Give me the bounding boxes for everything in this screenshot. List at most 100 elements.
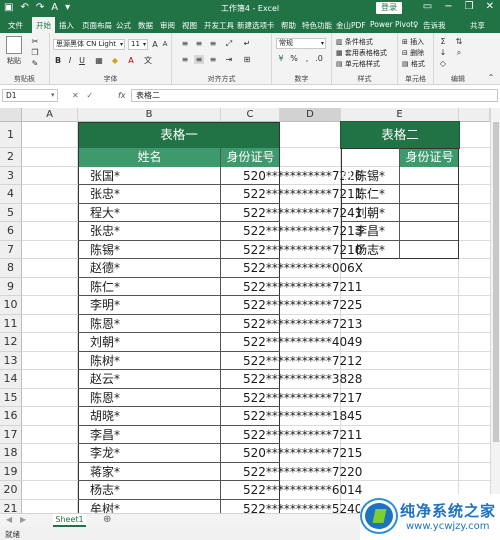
insert-cells-button[interactable]: ⊞ 插入 [402,37,424,47]
row-header-4[interactable]: 4 [0,185,22,204]
row-header-6[interactable]: 6 [0,222,22,241]
align-top-icon[interactable]: ≡ [180,39,190,48]
table1-id-cell[interactable]: 522***********4049 [243,333,362,352]
table1-id-cell[interactable]: 522***********7217 [243,389,362,408]
table1-name-cell[interactable]: 陈锡* [90,241,120,260]
autosum-icon[interactable]: Σ [438,37,448,46]
table1-name-cell[interactable]: 牟树* [90,500,120,514]
table1-id-cell[interactable]: 522***********7211 [243,278,362,297]
table1-name-cell[interactable]: 赵德* [90,259,120,278]
format-painter-icon[interactable]: ✎ [30,59,40,68]
table2-header-id[interactable]: 身份证号 [400,148,459,167]
share-button[interactable]: 共享 [470,20,485,31]
fill-color-icon[interactable]: ◆ [110,56,120,65]
row-header-5[interactable]: 5 [0,203,22,222]
vertical-scrollbar[interactable] [490,108,500,513]
table1-id-cell[interactable]: 522***********3828 [243,370,362,389]
decimal-icon[interactable]: .0 [314,54,324,63]
column-header-b[interactable]: B [78,108,221,122]
table1-name-cell[interactable]: 李龙* [90,444,120,463]
column-header-e[interactable]: E [341,108,459,122]
table2-title[interactable]: 表格二 [340,121,460,149]
table1-id-cell[interactable]: 522***********7211 [243,426,362,445]
table1-name-cell[interactable]: 赵云* [90,370,120,389]
table1-id-cell[interactable]: 522***********1845 [243,407,362,426]
table1-id-cell[interactable]: 522***********7210 [243,241,362,260]
name-box[interactable]: D1 [2,89,58,102]
fill-icon[interactable]: ↓ [438,48,448,57]
table1-name-cell[interactable]: 胡晓* [90,407,120,426]
login-button[interactable]: 登录 [376,2,402,14]
row-header-8[interactable]: 8 [0,259,22,278]
row-header-18[interactable]: 18 [0,444,22,463]
decrease-font-icon[interactable]: A [160,40,170,49]
bold-icon[interactable]: B [53,56,63,65]
font-color-icon[interactable]: A [126,56,136,65]
table1-title[interactable]: 表格一 [78,122,280,148]
worksheet-grid[interactable]: A B C D E 1 2 3 4 5 6 7 8 9 10 11 12 13 14 15 16 17 18 19 20 21 表格… [0,108,490,513]
percent-icon[interactable]: % [289,54,299,63]
table1-name-cell[interactable]: 杨志* [90,481,120,500]
conditional-format-button[interactable]: ▥ 条件格式 [336,37,373,47]
table1-id-cell[interactable]: 522***********5240 [243,500,362,514]
scrollbar-thumb[interactable] [493,122,499,442]
column-header-a[interactable]: A [22,108,78,122]
restore-icon[interactable]: ❐ [465,1,474,12]
table1-id-cell[interactable]: 522***********6014 [243,481,362,500]
row-header-3[interactable]: 3 [0,166,22,185]
table1-name-cell[interactable]: 陈仁* [90,278,120,297]
table1-header-name[interactable]: 姓名 [78,148,221,167]
table1-id-cell[interactable]: 522***********006X [243,259,363,278]
table2-name-cell[interactable]: 杨志* [355,241,385,260]
tab-kingsoft-pdf[interactable]: 金山PDF [336,20,366,31]
row-header-1[interactable]: 1 [0,122,22,148]
tell-me-search[interactable]: 告诉我 [423,20,446,31]
table1-name-cell[interactable]: 程大* [90,204,120,223]
table1-id-cell[interactable]: 522***********7220 [243,463,362,482]
table1-id-cell[interactable]: 522***********7213 [243,315,362,334]
column-header-c[interactable]: C [221,108,280,122]
number-format-combo[interactable]: 常规 ▾ [276,38,326,49]
format-cells-button[interactable]: ▤ 格式 [402,59,425,69]
minimize-icon[interactable]: − [444,1,452,12]
italic-icon[interactable]: I [65,56,75,65]
close-icon[interactable]: ✕ [486,1,494,12]
column-header-d[interactable]: D [280,108,341,122]
border-icon[interactable]: ▦ [94,56,104,65]
paste-button[interactable]: 粘贴 [4,36,24,66]
collapse-ribbon-icon[interactable]: ⌃ [486,73,496,82]
tab-page-layout[interactable]: 页面布局 [82,20,112,31]
row-header-16[interactable]: 16 [0,407,22,426]
tab-formulas[interactable]: 公式 [116,20,131,31]
tab-features[interactable]: 特色功能 [302,20,332,31]
align-middle-icon[interactable]: ≡ [194,39,204,48]
orientation-icon[interactable]: ⤢ [224,39,234,48]
increase-font-icon[interactable]: A [150,40,160,49]
tab-developer[interactable]: 开发工具 [204,20,234,31]
row-header-12[interactable]: 12 [0,333,22,352]
table2-name-cell[interactable]: 陈仁* [355,185,385,204]
table1-name-cell[interactable]: 陈恩* [90,315,120,334]
table2-name-cell[interactable]: 李昌* [355,222,385,241]
table1-id-cell[interactable]: 520***********7215 [243,444,362,463]
tab-file[interactable]: 文件 [8,20,23,31]
tab-new[interactable]: 新建选项卡 [237,20,275,31]
cancel-icon[interactable]: ✕ [72,91,79,100]
row-header-10[interactable]: 10 [0,296,22,315]
table1-id-cell[interactable]: 522***********7225 [243,296,362,315]
chevron-down-icon[interactable]: ▾ [51,89,55,102]
delete-cells-button[interactable]: ⊟ 删除 [402,48,424,58]
ribbon-display-icon[interactable]: ▭ [423,1,432,12]
align-bottom-icon[interactable]: ≡ [208,39,218,48]
table1-header-id[interactable]: 身份证号 [221,148,280,167]
row-header-17[interactable]: 17 [0,425,22,444]
wrap-text-icon[interactable]: ↵ [242,39,252,48]
row-header-21[interactable]: 21 [0,499,22,513]
sort-filter-icon[interactable]: ⇅ [454,37,464,46]
table1-id-cell[interactable]: 522***********7241 [243,204,362,223]
table2-name-cell[interactable]: 刘朝* [355,204,385,223]
insert-function-icon[interactable]: fx [118,89,126,102]
tab-data[interactable]: 数据 [138,20,153,31]
tab-help[interactable]: 帮助 [281,20,296,31]
tab-review[interactable]: 审阅 [160,20,175,31]
